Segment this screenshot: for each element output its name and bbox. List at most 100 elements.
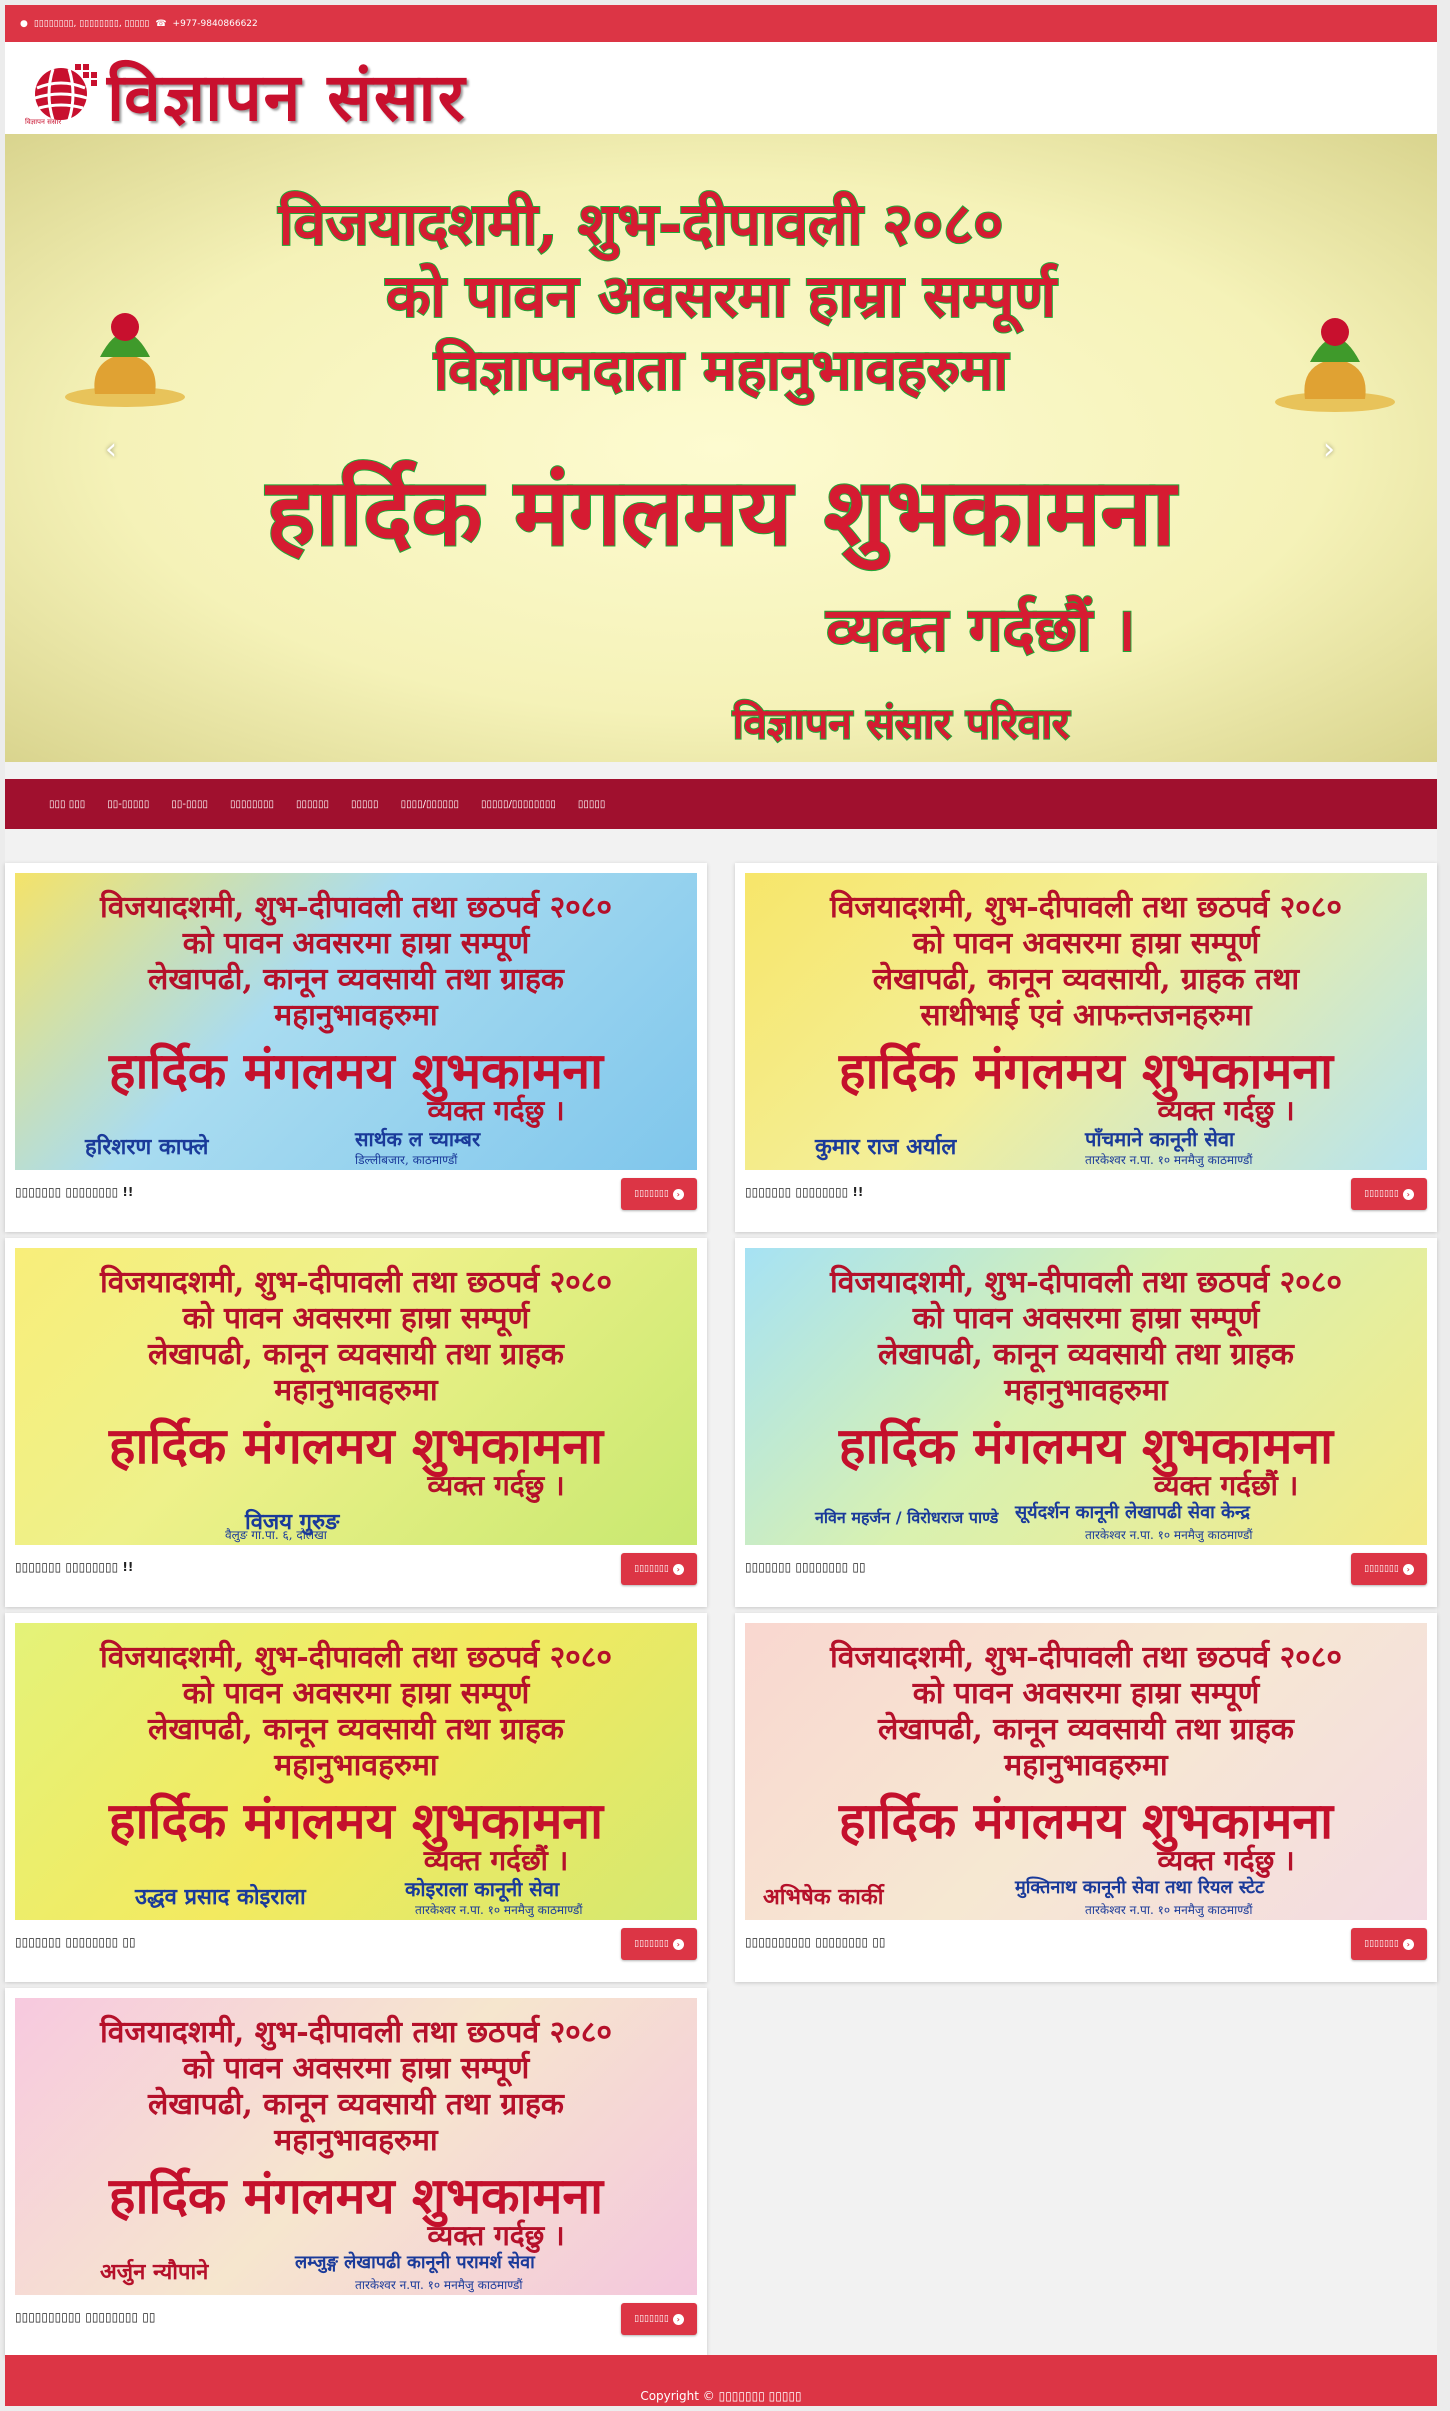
nav-item-7[interactable]: ▯▯▯▯/▯▯▯▯▯▯ <box>401 799 459 810</box>
card-image[interactable]: विजयादशमी, शुभ-दीपावली तथा छठपर्व २०८० क… <box>15 1623 697 1920</box>
carousel-next-button[interactable]: › <box>1323 432 1335 467</box>
nav-item-2[interactable]: ▯▯-▯▯▯▯▯ <box>107 799 149 810</box>
card-line: व्यक्त गर्दछु । <box>427 1469 565 1502</box>
card-caption[interactable]: ▯▯▯▯▯▯▯▯▯▯ ▯▯▯▯▯▯▯▯ ▯▯ <box>15 2310 155 2324</box>
card-line: को पावन अवसरमा हाम्रा सम्पूर्ण <box>182 926 530 961</box>
card-line: को पावन अवसरमा हाम्रा सम्पूर्ण <box>912 926 1260 961</box>
nav-item-6[interactable]: ▯▯▯▯▯ <box>351 799 379 810</box>
greeting-card: विजयादशमी, शुभ-दीपावली तथा छठपर्व २०८० क… <box>5 1988 707 2357</box>
card-org-name: सूर्यदर्शन कानूनी लेखापढी सेवा केन्द्र <box>1015 1502 1250 1523</box>
card-person-name: हरिशरण काफ्ले <box>85 1134 209 1160</box>
arrow-right-icon: › <box>672 1188 684 1200</box>
card-org-name: सार्थक ल च्याम्बर <box>355 1127 481 1151</box>
globe-logo-icon: विज्ञापन संसार <box>23 60 101 130</box>
card-line: लेखापढी, कानून व्यवसायी, ग्राहक तथा <box>872 962 1300 997</box>
card-line: व्यक्त गर्दछु । <box>427 1094 565 1127</box>
read-more-button[interactable]: ▯▯▯▯▯▯▯ › <box>621 1928 697 1960</box>
card-line: महानुभावहरुमा <box>274 1373 438 1408</box>
greeting-card: विजयादशमी, शुभ-दीपावली तथा छठपर्व २०८० क… <box>735 863 1437 1232</box>
card-line: व्यक्त गर्दछौं । <box>423 1844 569 1877</box>
card-address: वैलुङ गा.पा. ६, दोलखा <box>225 1528 327 1542</box>
carousel-prev-button[interactable]: ‹ <box>105 432 117 467</box>
card-person-name: कुमार राज अर्याल <box>815 1134 957 1160</box>
card-line: लेखापढी, कानून व्यवसायी तथा ग्राहक <box>878 1337 1294 1372</box>
card-org-name: लम्जुङ्ग लेखापढी कानूनी परामर्श सेवा <box>295 2252 535 2273</box>
slide-line-6: विज्ञापन संसार परिवार <box>732 698 1071 749</box>
card-line: लेखापढी, कानून व्यवसायी तथा ग्राहक <box>148 962 564 997</box>
card-image[interactable]: विजयादशमी, शुभ-दीपावली तथा छठपर्व २०८० क… <box>745 1623 1427 1920</box>
card-caption[interactable]: ▯▯▯▯▯▯▯ ▯▯▯▯▯▯▯▯ !! <box>15 1185 133 1199</box>
read-more-button[interactable]: ▯▯▯▯▯▯▯ › <box>621 1178 697 1210</box>
card-org-name: मुक्तिनाथ कानूनी सेवा तथा रियल स्टेट <box>1015 1877 1265 1898</box>
arrow-right-icon: › <box>1402 1188 1414 1200</box>
card-line: को पावन अवसरमा हाम्रा सम्पूर्ण <box>912 1301 1260 1336</box>
address-text: ▯▯▯▯▯▯▯▯, ▯▯▯▯▯▯▯▯, ▯▯▯▯▯ <box>33 18 150 29</box>
nav-item-home[interactable]: ▯▯▯ ▯▯▯ <box>49 799 85 810</box>
button-label: ▯▯▯▯▯▯▯ <box>634 1189 669 1199</box>
arrow-right-icon: › <box>672 1563 684 1575</box>
card-caption[interactable]: ▯▯▯▯▯▯▯ ▯▯▯▯▯▯▯▯ ▯▯ <box>15 1935 136 1949</box>
site-header: विज्ञापन संसार विज्ञापन संसार <box>5 42 1437 136</box>
button-label: ▯▯▯▯▯▯▯ <box>634 2314 669 2324</box>
card-line: महानुभावहरुमा <box>274 998 438 1033</box>
card-line: महानुभावहरुमा <box>274 2123 438 2158</box>
card-line: व्यक्त गर्दछु । <box>1157 1094 1295 1127</box>
card-line: विजयादशमी, शुभ-दीपावली तथा छठपर्व २०८० <box>99 2015 612 2050</box>
card-line: विजयादशमी, शुभ-दीपावली तथा छठपर्व २०८० <box>99 1265 612 1300</box>
card-image[interactable]: विजयादशमी, शुभ-दीपावली तथा छठपर्व २०८० क… <box>745 873 1427 1170</box>
card-line: व्यक्त गर्दछौं । <box>1153 1469 1299 1502</box>
card-address: तारकेश्वर न.पा. १० मनमैजु काठमाण्डौं <box>415 1903 583 1917</box>
card-line: को पावन अवसरमा हाम्रा सम्पूर्ण <box>182 1301 530 1336</box>
copyright-text: Copyright © ▯▯▯▯▯▯▯ ▯▯▯▯▯ <box>640 2388 802 2403</box>
read-more-button[interactable]: ▯▯▯▯▯▯▯ › <box>621 1553 697 1585</box>
main-nav: ▯▯▯ ▯▯▯ ▯▯-▯▯▯▯▯ ▯▯-▯▯▯▯ ▯▯▯▯▯▯▯▯ ▯▯▯▯▯▯… <box>5 779 1437 829</box>
card-caption[interactable]: ▯▯▯▯▯▯▯ ▯▯▯▯▯▯▯▯ !! <box>745 1185 863 1199</box>
card-line: व्यक्त गर्दछु । <box>1157 1844 1295 1877</box>
button-label: ▯▯▯▯▯▯▯ <box>634 1564 669 1574</box>
nav-item-3[interactable]: ▯▯-▯▯▯▯ <box>171 799 208 810</box>
read-more-button[interactable]: ▯▯▯▯▯▯▯ › <box>1351 1928 1427 1960</box>
read-more-button[interactable]: ▯▯▯▯▯▯▯ › <box>1351 1178 1427 1210</box>
slide-line-4: हार्दिक मंगलमय शुभकामना <box>265 457 1176 567</box>
site-footer: Copyright © ▯▯▯▯▯▯▯ ▯▯▯▯▯ <box>5 2355 1437 2406</box>
card-caption[interactable]: ▯▯▯▯▯▯▯ ▯▯▯▯▯▯▯▯ ▯▯ <box>745 1560 866 1574</box>
card-line: महानुभावहरुमा <box>1004 1748 1168 1783</box>
card-org-name: कोइराला कानूनी सेवा <box>405 1877 560 1901</box>
read-more-button[interactable]: ▯▯▯▯▯▯▯ › <box>621 2303 697 2335</box>
card-address: तारकेश्वर न.पा. १० मनमैजु काठमाण्डौं <box>1085 1903 1253 1917</box>
site-logo[interactable]: विज्ञापन संसार विज्ञापन संसार <box>23 50 467 140</box>
card-image[interactable]: विजयादशमी, शुभ-दीपावली तथा छठपर्व २०८० क… <box>15 1998 697 2295</box>
card-address: तारकेश्वर न.पा. १० मनमैजु काठमाण्डौं <box>355 2278 523 2292</box>
button-label: ▯▯▯▯▯▯▯ <box>1364 1189 1399 1199</box>
nav-item-9[interactable]: ▯▯▯▯▯ <box>578 799 606 810</box>
card-line: महानुभावहरुमा <box>274 1748 438 1783</box>
read-more-button[interactable]: ▯▯▯▯▯▯▯ › <box>1351 1553 1427 1585</box>
card-image[interactable]: विजयादशमी, शुभ-दीपावली तथा छठपर्व २०८० क… <box>15 1248 697 1545</box>
phone-text[interactable]: +977-9840866622 <box>173 19 258 29</box>
logo-text: विज्ञापन संसार <box>107 58 467 136</box>
card-line: विजयादशमी, शुभ-दीपावली तथा छठपर्व २०८० <box>829 890 1342 925</box>
card-line: महानुभावहरुमा <box>1004 1373 1168 1408</box>
card-line: विजयादशमी, शुभ-दीपावली तथा छठपर्व २०८० <box>829 1265 1342 1300</box>
card-line: को पावन अवसरमा हाम्रा सम्पूर्ण <box>182 2051 530 2086</box>
greeting-card: विजयादशमी, शुभ-दीपावली तथा छठपर्व २०८० क… <box>5 1238 707 1607</box>
card-caption[interactable]: ▯▯▯▯▯▯▯▯▯▯ ▯▯▯▯▯▯▯▯ ▯▯ <box>745 1935 885 1949</box>
nav-item-4[interactable]: ▯▯▯▯▯▯▯▯ <box>230 799 274 810</box>
slide-line-5: व्यक्त गर्दछौं । <box>825 594 1136 666</box>
card-address: तारकेश्वर न.पा. १० मनमैजु काठमाण्डौं <box>1085 1153 1253 1167</box>
button-label: ▯▯▯▯▯▯▯ <box>1364 1564 1399 1574</box>
card-line: विजयादशमी, शुभ-दीपावली तथा छठपर्व २०८० <box>99 1640 612 1675</box>
card-image[interactable]: विजयादशमी, शुभ-दीपावली तथा छठपर्व २०८० क… <box>15 873 697 1170</box>
card-person-name: नविन महर्जन / विरोधराज पाण्डे <box>815 1508 999 1527</box>
top-bar: ● ▯▯▯▯▯▯▯▯, ▯▯▯▯▯▯▯▯, ▯▯▯▯▯ ☎ +977-98408… <box>5 5 1437 42</box>
button-label: ▯▯▯▯▯▯▯ <box>1364 1939 1399 1949</box>
card-line: को पावन अवसरमा हाम्रा सम्पूर्ण <box>182 1676 530 1711</box>
nav-item-8[interactable]: ▯▯▯▯▯/▯▯▯▯▯▯▯▯ <box>481 799 556 810</box>
map-marker-icon: ● <box>20 18 28 29</box>
nav-item-5[interactable]: ▯▯▯▯▯▯ <box>296 799 329 810</box>
card-image[interactable]: विजयादशमी, शुभ-दीपावली तथा छठपर्व २०८० क… <box>745 1248 1427 1545</box>
button-label: ▯▯▯▯▯▯▯ <box>634 1939 669 1949</box>
card-org-name: पाँचमाने कानूनी सेवा <box>1085 1127 1235 1151</box>
card-caption[interactable]: ▯▯▯▯▯▯▯ ▯▯▯▯▯▯▯▯ !! <box>15 1560 133 1574</box>
card-person-name: उद्धव प्रसाद कोइराला <box>135 1884 306 1910</box>
